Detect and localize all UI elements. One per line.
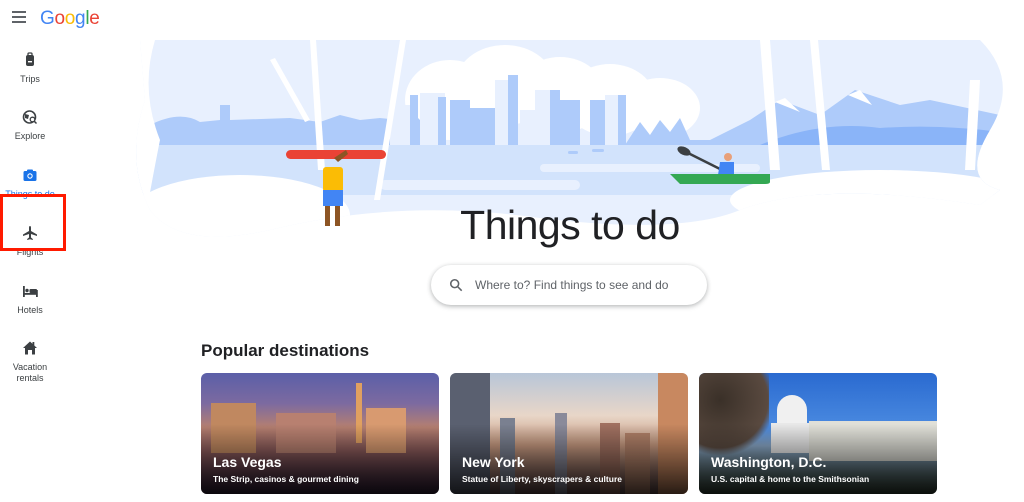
- sidebar-item-trips[interactable]: Trips: [0, 52, 60, 85]
- destination-name: New York: [462, 454, 525, 470]
- logo-letter: o: [64, 8, 76, 29]
- sidebar-item-hotels[interactable]: Hotels: [0, 283, 60, 316]
- explore-globe-icon: [22, 110, 38, 125]
- destination-description: Statue of Liberty, skyscrapers & culture: [462, 474, 622, 484]
- search-icon: [449, 278, 463, 292]
- page-title: Things to do: [460, 202, 680, 248]
- sidebar-item-explore[interactable]: Explore: [0, 109, 60, 142]
- logo-letter: G: [40, 8, 55, 29]
- popular-destinations-heading: Popular destinations: [201, 341, 370, 360]
- camera-icon: [23, 169, 37, 181]
- destination-name: Washington, D.C.: [711, 454, 827, 470]
- destination-card-las-vegas[interactable]: Las Vegas The Strip, casinos & gourmet d…: [201, 373, 439, 494]
- destination-card-new-york[interactable]: New York Statue of Liberty, skyscrapers …: [450, 373, 688, 494]
- luggage-icon: [26, 52, 34, 66]
- hamburger-menu-icon[interactable]: [12, 11, 26, 23]
- search-box[interactable]: [431, 265, 707, 305]
- sidebar-item-label: Explore: [14, 131, 46, 141]
- sidebar-item-label: Vacation rentals: [12, 362, 48, 383]
- destination-description: U.S. capital & home to the Smithsonian: [711, 474, 870, 484]
- destination-card-washington-dc[interactable]: Washington, D.C. U.S. capital & home to …: [699, 373, 937, 494]
- sidebar-item-vacation-rentals[interactable]: Vacation rentals: [0, 340, 60, 384]
- destination-description: The Strip, casinos & gourmet dining: [213, 474, 359, 484]
- bed-icon: [23, 286, 38, 297]
- logo-letter: e: [89, 8, 100, 29]
- logo-letter: g: [75, 8, 86, 29]
- sidebar-item-label: Hotels: [17, 305, 43, 315]
- google-logo[interactable]: Google: [40, 8, 100, 30]
- top-bar: Google: [0, 0, 1024, 38]
- house-icon: [23, 341, 37, 355]
- green-kayak: [670, 174, 770, 184]
- sidebar-item-label: Trips: [20, 74, 40, 84]
- logo-letter: o: [54, 8, 65, 29]
- destination-name: Las Vegas: [213, 454, 282, 470]
- search-input[interactable]: [475, 278, 695, 292]
